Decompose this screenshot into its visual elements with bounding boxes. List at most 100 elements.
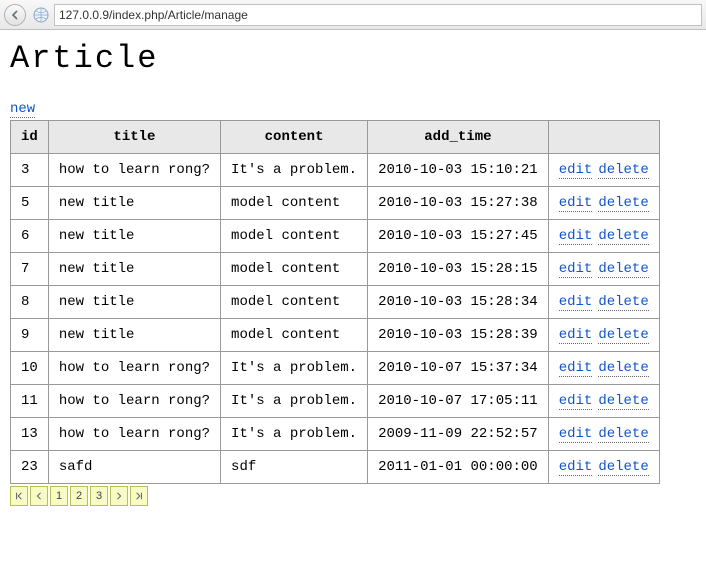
cell-actions: edit delete xyxy=(548,187,659,220)
cell-content: model content xyxy=(221,286,368,319)
browser-toolbar: 127.0.0.9/index.php/Article/manage xyxy=(0,0,706,30)
pager-last[interactable] xyxy=(130,486,148,506)
delete-link[interactable]: delete xyxy=(598,360,648,377)
delete-link[interactable]: delete xyxy=(598,195,648,212)
cell-title: how to learn rong? xyxy=(48,154,220,187)
address-bar[interactable]: 127.0.0.9/index.php/Article/manage xyxy=(54,4,702,26)
cell-content: It's a problem. xyxy=(221,385,368,418)
cell-add-time: 2010-10-03 15:28:34 xyxy=(368,286,549,319)
pagination: 123 xyxy=(10,486,696,506)
cell-add-time: 2009-11-09 22:52:57 xyxy=(368,418,549,451)
cell-content: model content xyxy=(221,220,368,253)
back-button[interactable] xyxy=(4,4,26,26)
cell-id: 11 xyxy=(11,385,49,418)
cell-id: 10 xyxy=(11,352,49,385)
table-row: 9new titlemodel content2010-10-03 15:28:… xyxy=(11,319,660,352)
cell-id: 6 xyxy=(11,220,49,253)
cell-content: model content xyxy=(221,319,368,352)
cell-content: sdf xyxy=(221,451,368,484)
delete-link[interactable]: delete xyxy=(598,228,648,245)
first-page-icon xyxy=(15,492,23,500)
delete-link[interactable]: delete xyxy=(598,294,648,311)
cell-actions: edit delete xyxy=(548,385,659,418)
prev-page-icon xyxy=(35,492,43,500)
delete-link[interactable]: delete xyxy=(598,327,648,344)
table-row: 10how to learn rong?It's a problem.2010-… xyxy=(11,352,660,385)
table-row: 8new titlemodel content2010-10-03 15:28:… xyxy=(11,286,660,319)
edit-link[interactable]: edit xyxy=(559,228,593,245)
cell-add-time: 2010-10-07 17:05:11 xyxy=(368,385,549,418)
cell-actions: edit delete xyxy=(548,352,659,385)
cell-content: It's a problem. xyxy=(221,418,368,451)
new-link[interactable]: new xyxy=(10,101,35,118)
delete-link[interactable]: delete xyxy=(598,459,648,476)
globe-icon xyxy=(32,6,50,24)
edit-link[interactable]: edit xyxy=(559,393,593,410)
cell-actions: edit delete xyxy=(548,253,659,286)
pager-first[interactable] xyxy=(10,486,28,506)
cell-title: new title xyxy=(48,319,220,352)
edit-link[interactable]: edit xyxy=(559,360,593,377)
next-page-icon xyxy=(115,492,123,500)
table-row: 6new titlemodel content2010-10-03 15:27:… xyxy=(11,220,660,253)
cell-title: how to learn rong? xyxy=(48,385,220,418)
cell-add-time: 2010-10-07 15:37:34 xyxy=(368,352,549,385)
cell-actions: edit delete xyxy=(548,154,659,187)
cell-add-time: 2010-10-03 15:10:21 xyxy=(368,154,549,187)
pager-next[interactable] xyxy=(110,486,128,506)
pager-page[interactable]: 3 xyxy=(90,486,108,506)
cell-title: new title xyxy=(48,286,220,319)
table-row: 13how to learn rong?It's a problem.2009-… xyxy=(11,418,660,451)
cell-id: 23 xyxy=(11,451,49,484)
cell-title: new title xyxy=(48,220,220,253)
cell-actions: edit delete xyxy=(548,319,659,352)
cell-add-time: 2010-10-03 15:28:39 xyxy=(368,319,549,352)
cell-content: It's a problem. xyxy=(221,352,368,385)
article-table: id title content add_time 3how to learn … xyxy=(10,120,660,484)
delete-link[interactable]: delete xyxy=(598,261,648,278)
cell-add-time: 2010-10-03 15:27:45 xyxy=(368,220,549,253)
pager-prev[interactable] xyxy=(30,486,48,506)
cell-title: safd xyxy=(48,451,220,484)
cell-actions: edit delete xyxy=(548,418,659,451)
cell-content: It's a problem. xyxy=(221,154,368,187)
last-page-icon xyxy=(135,492,143,500)
edit-link[interactable]: edit xyxy=(559,327,593,344)
cell-id: 3 xyxy=(11,154,49,187)
cell-add-time: 2010-10-03 15:28:15 xyxy=(368,253,549,286)
pager-page[interactable]: 1 xyxy=(50,486,68,506)
cell-title: new title xyxy=(48,253,220,286)
cell-content: model content xyxy=(221,187,368,220)
cell-id: 9 xyxy=(11,319,49,352)
cell-title: how to learn rong? xyxy=(48,418,220,451)
cell-id: 8 xyxy=(11,286,49,319)
delete-link[interactable]: delete xyxy=(598,393,648,410)
table-row: 7new titlemodel content2010-10-03 15:28:… xyxy=(11,253,660,286)
th-add-time: add_time xyxy=(368,121,549,154)
cell-add-time: 2011-01-01 00:00:00 xyxy=(368,451,549,484)
table-row: 3how to learn rong?It's a problem.2010-1… xyxy=(11,154,660,187)
cell-actions: edit delete xyxy=(548,286,659,319)
edit-link[interactable]: edit xyxy=(559,261,593,278)
table-row: 23safdsdf2011-01-01 00:00:00 edit delete xyxy=(11,451,660,484)
delete-link[interactable]: delete xyxy=(598,162,648,179)
cell-title: how to learn rong? xyxy=(48,352,220,385)
th-actions xyxy=(548,121,659,154)
edit-link[interactable]: edit xyxy=(559,426,593,443)
edit-link[interactable]: edit xyxy=(559,162,593,179)
th-id: id xyxy=(11,121,49,154)
cell-title: new title xyxy=(48,187,220,220)
th-title: title xyxy=(48,121,220,154)
edit-link[interactable]: edit xyxy=(559,195,593,212)
th-content: content xyxy=(221,121,368,154)
edit-link[interactable]: edit xyxy=(559,459,593,476)
table-row: 5new titlemodel content2010-10-03 15:27:… xyxy=(11,187,660,220)
delete-link[interactable]: delete xyxy=(598,426,648,443)
pager-page[interactable]: 2 xyxy=(70,486,88,506)
arrow-left-icon xyxy=(10,10,20,20)
cell-id: 7 xyxy=(11,253,49,286)
table-header-row: id title content add_time xyxy=(11,121,660,154)
cell-id: 5 xyxy=(11,187,49,220)
table-row: 11how to learn rong?It's a problem.2010-… xyxy=(11,385,660,418)
edit-link[interactable]: edit xyxy=(559,294,593,311)
